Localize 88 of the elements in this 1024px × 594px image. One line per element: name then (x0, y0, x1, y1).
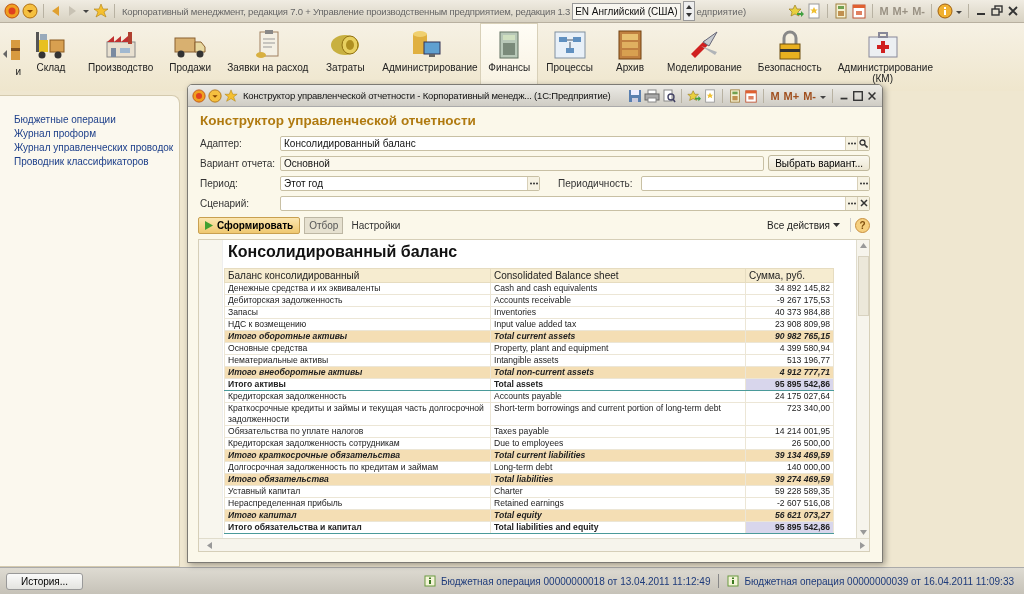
table-cell: Основные средства (224, 342, 491, 355)
field-label: Период: (199, 177, 239, 189)
generate-button[interactable]: Сформировать (198, 216, 301, 234)
table-cell: Нераспределенная прибыль (224, 497, 491, 510)
language-indicator[interactable]: EN Английский (США) (572, 2, 681, 20)
section-tab[interactable]: Производство (80, 23, 162, 91)
table-cell: Денежные средства и их эквиваленты (224, 282, 491, 295)
section-tab[interactable]: Заявки на расход (219, 23, 317, 91)
table-cell: Запасы (224, 306, 491, 319)
column-header: Баланс консолидированный (224, 268, 491, 283)
window-title: Корпоративный менеджмент, редакция 7.0 + Управление производственным предприятием, редакция 1.3 (121, 5, 571, 17)
field-label: Периодичность: (557, 177, 634, 189)
table-cell: Итого активы (224, 378, 491, 391)
sidebar-link[interactable]: Журнал управленческих проводок (14, 142, 174, 154)
status-message[interactable]: Бюджетная операция 00000000018 от 13.04.2011 11:12:49 (440, 575, 711, 587)
sidebar-link[interactable]: Журнал проформ (14, 128, 97, 140)
table-cell: НДС к возмещению (224, 318, 491, 331)
section-tab[interactable]: Склад (22, 23, 80, 91)
table-cell: Total liabilities and equity (490, 521, 746, 534)
table-cell: Taxes payable (490, 425, 746, 438)
window-title: едприятие) (696, 5, 747, 17)
table-cell: 4 399 580,94 (745, 342, 834, 355)
adapter-field[interactable]: Консолидированный баланс (280, 135, 870, 151)
table-cell: 513 196,77 (745, 354, 834, 367)
period-field[interactable]: Этот год (280, 175, 540, 191)
table-cell: Нематериальные активы (224, 354, 491, 367)
table-cell: Долгосрочная задолженность по кредитам и займам (224, 461, 491, 474)
section-tab[interactable]: Администрирование (374, 23, 481, 91)
table-cell: 23 908 809,98 (745, 318, 834, 331)
table-cell: Charter (490, 485, 746, 498)
memory-button[interactable]: M+ (782, 89, 801, 102)
sidebar-link[interactable]: Проводник классификаторов (14, 156, 149, 168)
section-tab[interactable]: Затраты (316, 23, 375, 91)
form-heading: Конструктор управленческой отчетности (200, 113, 477, 128)
table-cell: Дебиторская задолженность (224, 294, 491, 307)
memory-button[interactable]: M (769, 89, 781, 102)
help-button[interactable]: ? (855, 217, 870, 233)
filter-toggle[interactable]: Отбор (304, 216, 344, 234)
settings-link[interactable]: Настройки (347, 219, 401, 231)
table-cell: Retained earnings (490, 497, 746, 510)
table-cell: Short-term borrowings and current portion of long-term debt (490, 402, 746, 426)
table-cell: Intangible assets (490, 354, 746, 367)
table-cell: 26 500,00 (745, 437, 834, 450)
variant-field[interactable]: Основной (280, 155, 765, 171)
history-button[interactable]: История... (6, 572, 84, 590)
table-cell: 24 175 027,64 (745, 390, 834, 403)
column-header: Сумма, руб. (745, 268, 834, 283)
table-cell: 40 373 984,88 (745, 306, 834, 319)
table-cell: -9 267 175,53 (745, 294, 834, 307)
table-cell: Accounts payable (490, 390, 746, 403)
table-cell: Long-term debt (490, 461, 746, 474)
dialog-title: Конструктор управленческой отчетности - Корпоративный менедж... (1С:Предприятие) (242, 90, 612, 101)
table-cell: Cash and cash equivalents (490, 282, 746, 295)
table-cell: Итого обязательства и капитал (224, 521, 491, 534)
field-label: Адаптер: (199, 137, 243, 149)
table-cell: Property, plant and equipment (490, 342, 746, 355)
sidebar-link[interactable]: Бюджетные операции (14, 114, 116, 126)
status-message[interactable]: Бюджетная операция 00000000039 от 16.04.2011 11:09:33 (744, 575, 1014, 587)
choose-variant-button[interactable]: Выбрать вариант... (768, 155, 870, 171)
section-tab[interactable]: Моделирование (659, 23, 750, 91)
table-cell: 140 000,00 (745, 461, 834, 474)
table-cell: Total assets (490, 378, 746, 391)
section-tab[interactable]: Безопасность (749, 23, 830, 91)
table-cell: 59 228 589,35 (745, 485, 834, 498)
table-cell: Due to employees (490, 437, 746, 450)
section-tab[interactable]: и (0, 23, 22, 91)
column-header: Consolidated Balance sheet (490, 268, 746, 283)
section-tab[interactable]: Продажи (161, 23, 220, 91)
section-tab[interactable]: Администрирование (КМ) (829, 23, 936, 91)
table-cell: Краткосрочные кредиты и займы и текущая часть долгосрочной задолженности (224, 402, 491, 426)
section-tab[interactable]: Архив (601, 23, 659, 91)
all-actions-menu[interactable]: Все действия (761, 218, 846, 232)
section-tab[interactable]: Процессы (538, 23, 601, 91)
field-label: Вариант отчета: (199, 157, 276, 169)
table-cell: 723 340,00 (745, 402, 834, 426)
table-cell: 34 892 145,82 (745, 282, 834, 295)
table-cell: Кредиторская задолженность сотрудникам (224, 437, 491, 450)
table-cell: -2 607 516,08 (745, 497, 834, 510)
table-cell: Input value added tax (490, 318, 746, 331)
field-label: Сценарий: (199, 197, 250, 209)
memory-button[interactable]: M- (802, 89, 817, 102)
table-cell: Кредиторская задолженность (224, 390, 491, 403)
table-cell: Обязательства по уплате налогов (224, 425, 491, 438)
table-cell: Inventories (490, 306, 746, 319)
report-title: Консолидированный баланс (227, 242, 459, 262)
table-cell: Accounts receivable (490, 294, 746, 307)
table-cell: Уставный капитал (224, 485, 491, 498)
table-cell: 14 214 001,95 (745, 425, 834, 438)
